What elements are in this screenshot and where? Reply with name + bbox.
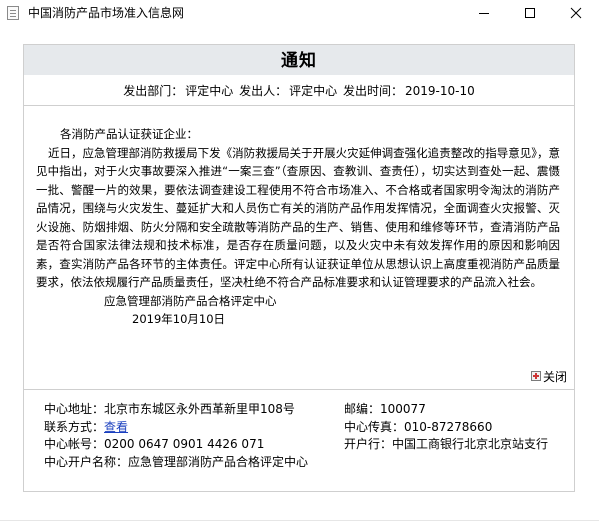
page-content: 通知 发出部门： 评定中心 发出人： 评定中心 发出时间： 2019-10-10 各消… [0,26,599,529]
minimize-icon [479,13,489,14]
contact-label: 联系方式： [44,419,105,434]
maximize-icon [525,8,535,18]
account-name-label: 中心开户名称： [44,454,129,469]
dept-label: 发出部门： [123,84,184,98]
bank-value: 中国工商银行北京北京站支行 [392,437,549,451]
notice-meta: 发出部门： 评定中心 发出人： 评定中心 发出时间： 2019-10-10 [24,83,574,99]
fax-label: 中心传真： [344,419,405,434]
close-notice-button[interactable]: 关闭 [531,369,568,384]
notice-card: 通知 发出部门： 评定中心 发出人： 评定中心 发出时间： 2019-10-10 各消… [23,44,575,492]
time-label: 发出时间： [342,84,403,98]
account-label: 中心帐号： [44,437,105,451]
sender-value: 评定中心 [289,84,338,98]
time-value: 2019-10-10 [404,84,475,98]
window-bottom-border [0,520,599,521]
close-box-icon [531,371,541,381]
postcode-label: 邮编： [344,402,381,416]
close-label: 关闭 [543,369,568,384]
address-label: 中心地址： [44,402,105,416]
salutation: 各消防产品认证获证企业： [60,127,198,141]
signature: 应急管理部消防产品合格评定中心 [104,293,277,308]
divider [24,105,574,106]
close-icon [570,7,582,19]
footer-info: 中心地址：北京市东城区永外西革新里甲108号 邮编：100077 联系方式：查看… [44,401,554,471]
notice-paragraph: 近日，应急管理部消防救援局下发《消防救援局关于开展火灾延伸调查强化追责整改的指导… [36,145,560,290]
sender-label: 发出人： [239,84,288,98]
account-name-value: 应急管理部消防产品合格评定中心 [128,454,309,469]
address-value: 北京市东城区永外西革新里甲108号 [104,402,295,416]
contact-view-link[interactable]: 查看 [104,420,128,434]
account-value: 0200 0647 0901 4426 071 [104,437,265,451]
document-icon [7,6,19,20]
minimize-button[interactable] [461,0,507,26]
notice-heading: 通知 [24,45,574,75]
footer-row: 联系方式：查看 中心传真：010-87278660 [44,419,554,437]
close-window-button[interactable] [553,0,599,26]
footer-row: 中心帐号：0200 0647 0901 4426 071 开户行：中国工商银行北… [44,436,554,454]
fax-value: 010-87278660 [404,419,493,434]
divider [24,389,574,390]
notice-body: 各消防产品认证获证企业： 近日，应急管理部消防救援局下发《消防救援局关于开展火灾… [36,125,560,329]
dept-value: 评定中心 [185,84,234,98]
footer-row: 中心地址：北京市东城区永外西革新里甲108号 邮编：100077 [44,401,554,419]
window-titlebar: 中国消防产品市场准入信息网 [0,0,599,26]
window-title: 中国消防产品市场准入信息网 [28,6,185,20]
footer-row: 中心开户名称：应急管理部消防产品合格评定中心 [44,454,554,472]
notice-date: 2019年10月10日 [132,312,226,326]
bank-label: 开户行： [344,437,393,451]
postcode-value: 100077 [380,402,426,416]
maximize-button[interactable] [507,0,553,26]
